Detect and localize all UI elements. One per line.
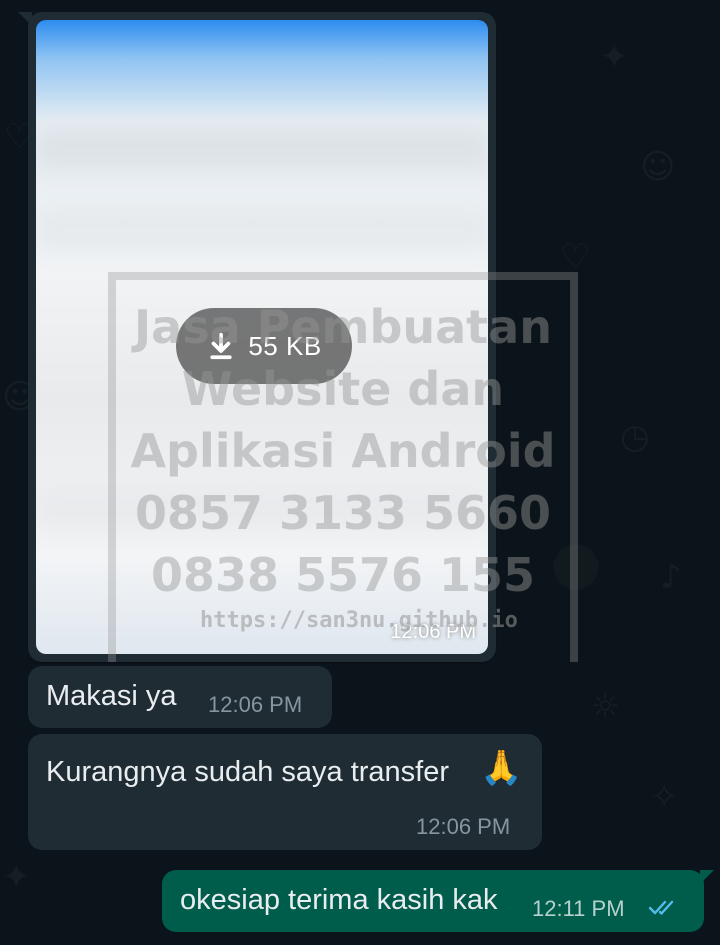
- wallpaper-sun-icon: ☼: [590, 690, 620, 724]
- wallpaper-star-icon: ✦: [600, 40, 629, 74]
- bubble-tail: [18, 12, 32, 26]
- message-timestamp: 12:06 PM: [416, 814, 511, 839]
- blur-stripe: [36, 490, 488, 530]
- blurred-image-preview[interactable]: 55 KB 12:06 PM: [36, 20, 488, 654]
- message-timestamp: 12:11 PM: [532, 896, 625, 921]
- incoming-message-bubble[interactable]: Makasi ya 12:06 PM: [28, 666, 332, 728]
- chat-area[interactable]: ✦ ☺ ♡ ◷ ♪ ☼ ✧ ♡ ☺ ✦ 55 KB 12:06 PM Jasa …: [0, 0, 720, 945]
- message-text: okesiap terima kasih kak: [180, 884, 498, 916]
- wallpaper-clock-icon: ◷: [620, 420, 650, 454]
- wallpaper-smiley-icon: ☺: [640, 150, 675, 184]
- wallpaper-note-icon: ♪: [660, 560, 682, 594]
- folded-hands-emoji-icon: 🙏: [480, 748, 523, 788]
- wallpaper-star-icon: ✦: [2, 860, 31, 894]
- read-double-check-icon: [648, 900, 674, 915]
- image-message-bubble[interactable]: 55 KB 12:06 PM: [18, 12, 496, 662]
- download-size-label: 55 KB: [248, 330, 322, 361]
- message-text: Kurangnya sudah saya transfer: [46, 756, 450, 788]
- incoming-message-bubble[interactable]: Kurangnya sudah saya transfer 🙏 12:06 PM: [28, 734, 542, 850]
- bubble-tail: [700, 870, 714, 884]
- message-timestamp: 12:06 PM: [208, 692, 303, 717]
- wallpaper-heart-icon: ♡: [560, 240, 590, 274]
- blur-stripe: [36, 210, 488, 250]
- image-timestamp: 12:06 PM: [390, 621, 476, 643]
- wallpaper-star-icon: ✧: [650, 780, 679, 814]
- message-text: Makasi ya: [46, 680, 177, 712]
- outgoing-message-bubble[interactable]: okesiap terima kasih kak 12:11 PM: [162, 870, 714, 932]
- download-button[interactable]: 55 KB: [176, 308, 352, 384]
- download-arrow-icon: [210, 332, 232, 360]
- blur-stripe: [36, 130, 488, 170]
